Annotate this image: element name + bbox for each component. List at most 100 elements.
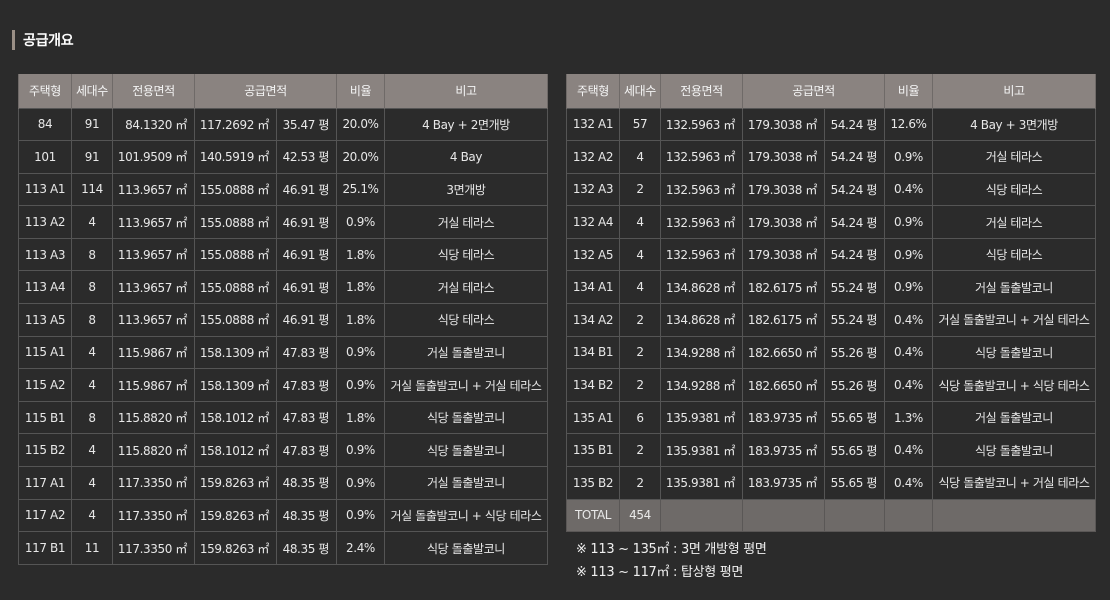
- cell-supply-area-pyeong: 54.24 평: [824, 237, 885, 272]
- cell-type: 113 A1: [18, 172, 72, 207]
- supply-table-right: 주택형 세대수 전용면적 공급면적 비율 비고 132 A1 57 132.5963…: [566, 74, 1096, 533]
- cell-units: 8: [71, 303, 113, 337]
- cell-type: 117 A1: [18, 466, 72, 500]
- cell-remarks: 거실 돌출발코니 + 식당 테라스: [384, 498, 548, 533]
- cell-ratio: 0.9%: [336, 335, 385, 370]
- table-header-row: 주택형 세대수 전용면적 공급면적 비율 비고: [566, 74, 1096, 108]
- cell-type: 117 A2: [18, 498, 72, 533]
- cell-ratio: 0.9%: [336, 368, 385, 402]
- cell-exclusive-area: 134.9288 ㎡: [660, 335, 743, 370]
- cell-supply-area-pyeong: 54.24 평: [824, 205, 885, 239]
- total-label: TOTAL: [566, 498, 620, 533]
- table-row: 115 B1 8 115.8820 ㎡ 158.1012 ㎡ 47.83 평 1.8% 식당…: [18, 400, 548, 435]
- cell-supply-area-pyeong: 46.91 평: [276, 172, 337, 207]
- table-row: 132 A3 2 132.5963 ㎡ 179.3038 ㎡ 54.24 평 0.4% 식당…: [566, 172, 1096, 207]
- cell-supply-area-pyeong: 48.35 평: [276, 531, 337, 565]
- cell-exclusive-area: 115.8820 ㎡: [112, 400, 195, 435]
- cell-type: 117 B1: [18, 531, 72, 565]
- cell-supply-area-pyeong: 54.24 평: [824, 172, 885, 207]
- cell-supply-area-pyeong: 55.65 평: [824, 433, 885, 468]
- cell-exclusive-area: 135.9381 ㎡: [660, 466, 743, 500]
- cell-ratio: 0.9%: [336, 205, 385, 239]
- cell-ratio: 1.8%: [336, 237, 385, 272]
- cell-supply-area-m2: 179.3038 ㎡: [742, 140, 825, 174]
- cell-supply-area-pyeong: 55.65 평: [824, 466, 885, 500]
- cell-units: 8: [71, 400, 113, 435]
- cell-supply-area-m2: 155.0888 ㎡: [194, 237, 277, 272]
- cell-remarks: 4 Bay + 3면개방: [932, 107, 1096, 142]
- cell-units: 11: [71, 531, 113, 565]
- table-row: 134 B1 2 134.9288 ㎡ 182.6650 ㎡ 55.26 평 0.4% 식당…: [566, 335, 1096, 370]
- cell-ratio: 0.9%: [884, 140, 933, 174]
- cell-type: 101: [18, 140, 72, 174]
- footnote: ※ 113 ~ 117㎡ : 탑상형 평면: [576, 565, 744, 580]
- table-row: 134 B2 2 134.9288 ㎡ 182.6650 ㎡ 55.26 평 0.4% 식당…: [566, 368, 1096, 402]
- cell-supply-area-pyeong: 46.91 평: [276, 205, 337, 239]
- cell-ratio: 0.9%: [884, 270, 933, 305]
- cell-supply-area-pyeong: 46.91 평: [276, 270, 337, 305]
- table-row: 113 A3 8 113.9657 ㎡ 155.0888 ㎡ 46.91 평 1.8% 식당…: [18, 237, 548, 272]
- cell-supply-area-m2: 158.1012 ㎡: [194, 400, 277, 435]
- table-row: 113 A1 114 113.9657 ㎡ 155.0888 ㎡ 46.91 평 25.1…: [18, 172, 548, 207]
- cell-supply-area-m2: 155.0888 ㎡: [194, 270, 277, 305]
- cell-exclusive-area: 84.1320 ㎡: [112, 107, 195, 142]
- table-row: 117 A1 4 117.3350 ㎡ 159.8263 ㎡ 48.35 평 0.9% 거실…: [18, 466, 548, 500]
- supply-table-left: 주택형 세대수 전용면적 공급면적 비율 비고 84 91 84.1320 ㎡ 117…: [18, 74, 548, 565]
- title-accent-bar: [12, 30, 15, 50]
- cell-supply-area-pyeong: 55.24 평: [824, 270, 885, 305]
- cell-units: 91: [71, 107, 113, 142]
- cell-type: 134 B2: [566, 368, 620, 402]
- cell-remarks: 식당 테라스: [932, 237, 1096, 272]
- cell-units: 2: [619, 433, 661, 468]
- cell-remarks: 식당 돌출발코니 + 거실 테라스: [932, 466, 1096, 500]
- cell-supply-area-m2: 182.6175 ㎡: [742, 270, 825, 305]
- cell-ratio: 2.4%: [336, 531, 385, 565]
- col-header-supply-area: 공급면적: [194, 74, 337, 108]
- cell-remarks: 거실 돌출발코니: [932, 270, 1096, 305]
- cell-supply-area-m2: 158.1309 ㎡: [194, 368, 277, 402]
- cell-units: 4: [71, 368, 113, 402]
- cell-units: 4: [71, 335, 113, 370]
- cell-ratio: 0.4%: [884, 303, 933, 337]
- total-empty: [660, 498, 743, 533]
- cell-supply-area-m2: 155.0888 ㎡: [194, 303, 277, 337]
- table-row: 117 B1 11 117.3350 ㎡ 159.8263 ㎡ 48.35 평 2.4% 식…: [18, 531, 548, 565]
- table-row: 134 A2 2 134.8628 ㎡ 182.6175 ㎡ 55.24 평 0.4% 거실…: [566, 303, 1096, 337]
- cell-ratio: 0.4%: [884, 466, 933, 500]
- cell-exclusive-area: 115.9867 ㎡: [112, 368, 195, 402]
- cell-type: 113 A3: [18, 237, 72, 272]
- footnote: ※ 113 ~ 135㎡ : 3면 개방형 평면: [576, 542, 767, 557]
- cell-supply-area-pyeong: 55.24 평: [824, 303, 885, 337]
- cell-exclusive-area: 132.5963 ㎡: [660, 107, 743, 142]
- table-row: 135 B2 2 135.9381 ㎡ 183.9735 ㎡ 55.65 평 0.4% 식당…: [566, 466, 1096, 500]
- cell-units: 6: [619, 400, 661, 435]
- cell-supply-area-m2: 158.1012 ㎡: [194, 433, 277, 468]
- total-empty: [884, 498, 933, 533]
- cell-supply-area-pyeong: 47.83 평: [276, 368, 337, 402]
- total-empty: [824, 498, 885, 533]
- cell-exclusive-area: 115.8820 ㎡: [112, 433, 195, 468]
- cell-exclusive-area: 113.9657 ㎡: [112, 237, 195, 272]
- col-header-exclusive-area: 전용면적: [660, 74, 743, 108]
- cell-supply-area-m2: 183.9735 ㎡: [742, 466, 825, 500]
- table-row: 115 B2 4 115.8820 ㎡ 158.1012 ㎡ 47.83 평 0.9% 식당…: [18, 433, 548, 468]
- table-row: 113 A5 8 113.9657 ㎡ 155.0888 ㎡ 46.91 평 1.8% 식당…: [18, 303, 548, 337]
- table-row: 113 A2 4 113.9657 ㎡ 155.0888 ㎡ 46.91 평 0.9% 거실…: [18, 205, 548, 239]
- col-header-supply-area: 공급면적: [742, 74, 885, 108]
- cell-supply-area-m2: 158.1309 ㎡: [194, 335, 277, 370]
- cell-supply-area-m2: 159.8263 ㎡: [194, 466, 277, 500]
- cell-remarks: 4 Bay + 2면개방: [384, 107, 548, 142]
- cell-ratio: 1.8%: [336, 270, 385, 305]
- cell-exclusive-area: 134.8628 ㎡: [660, 270, 743, 305]
- cell-supply-area-m2: 179.3038 ㎡: [742, 237, 825, 272]
- cell-supply-area-pyeong: 47.83 평: [276, 400, 337, 435]
- cell-exclusive-area: 113.9657 ㎡: [112, 172, 195, 207]
- cell-remarks: 식당 돌출발코니: [932, 433, 1096, 468]
- cell-ratio: 0.4%: [884, 172, 933, 207]
- cell-remarks: 식당 테라스: [384, 303, 548, 337]
- cell-supply-area-pyeong: 54.24 평: [824, 140, 885, 174]
- cell-exclusive-area: 117.3350 ㎡: [112, 498, 195, 533]
- cell-supply-area-pyeong: 47.83 평: [276, 335, 337, 370]
- cell-type: 132 A2: [566, 140, 620, 174]
- cell-supply-area-pyeong: 35.47 평: [276, 107, 337, 142]
